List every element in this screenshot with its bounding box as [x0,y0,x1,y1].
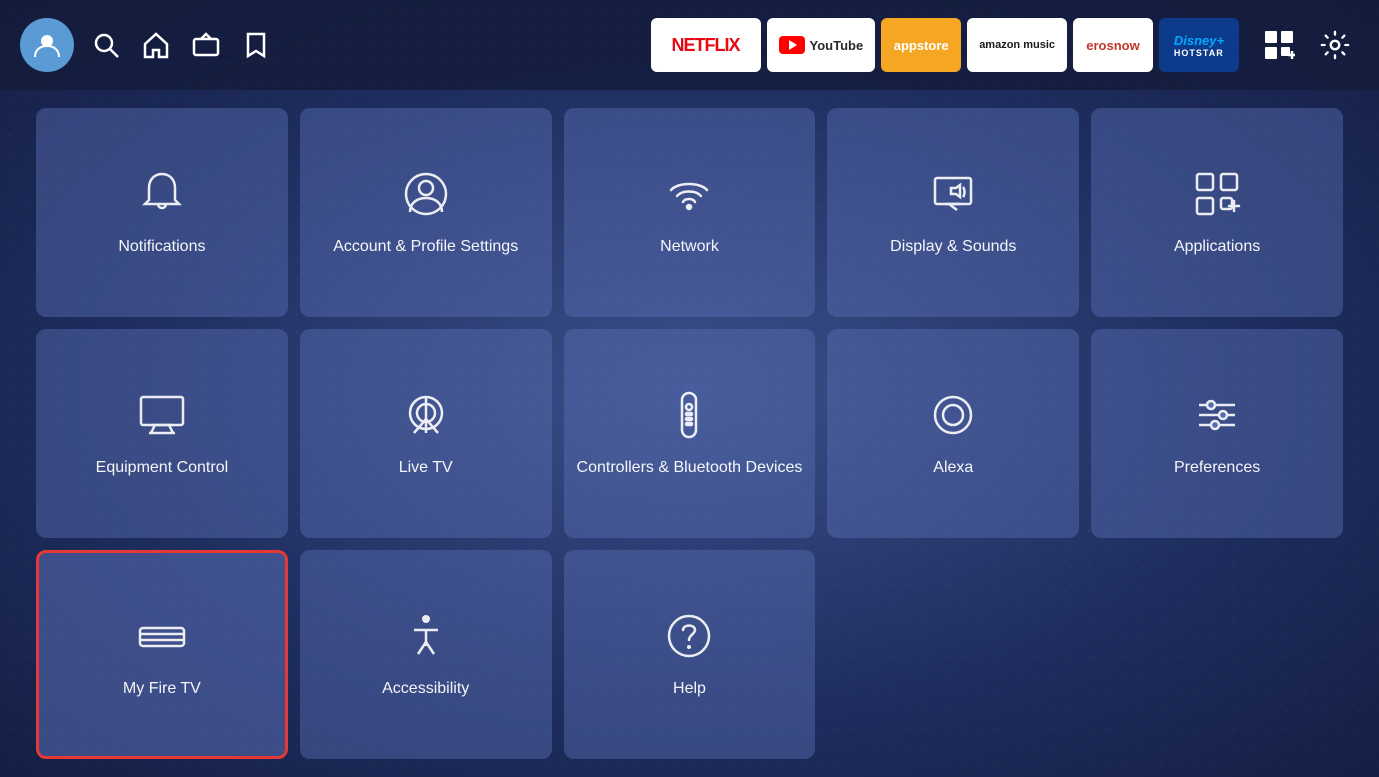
fire-tv-icon [136,610,188,667]
notifications-label: Notifications [118,237,205,258]
display-sound-icon [927,168,979,225]
settings-gear-icon[interactable] [1311,21,1359,69]
user-avatar[interactable] [20,18,74,72]
wifi-icon [663,168,715,225]
alexa-icon [927,389,979,446]
search-nav-icon[interactable] [92,31,120,59]
network-tile[interactable]: Network [564,108,816,317]
display-sounds-label: Display & Sounds [890,237,1016,258]
network-label: Network [660,237,719,258]
display-sounds-tile[interactable]: Display & Sounds [827,108,1079,317]
accessibility-icon [400,610,452,667]
appstore-button[interactable]: appstore [881,18,961,72]
live-tv-tile[interactable]: Live TV [300,329,552,538]
controllers-bluetooth-label: Controllers & Bluetooth Devices [577,458,803,479]
monitor-icon [136,389,188,446]
sliders-icon [1191,389,1243,446]
notifications-tile[interactable]: Notifications [36,108,288,317]
help-tile[interactable]: Help [564,550,816,759]
home-nav-icon[interactable] [142,31,170,59]
netflix-button[interactable]: NETFLIX [651,18,761,72]
preferences-label: Preferences [1174,458,1260,479]
alexa-tile[interactable]: Alexa [827,329,1079,538]
applications-label: Applications [1174,237,1260,258]
youtube-button[interactable]: YouTube [767,18,876,72]
watchlist-nav-icon[interactable] [242,31,270,59]
antenna-icon [400,389,452,446]
account-profile-tile[interactable]: Account & Profile Settings [300,108,552,317]
apps-grid-icon [1191,168,1243,225]
app-shortcuts: NETFLIX YouTube appstore amazon music er… [651,18,1240,72]
applications-tile[interactable]: Applications [1091,108,1343,317]
help-circle-icon [663,610,715,667]
top-navigation-bar: NETFLIX YouTube appstore amazon music er… [0,0,1379,90]
help-label: Help [673,679,706,700]
app-grid-icon[interactable] [1255,21,1303,69]
equipment-control-tile[interactable]: Equipment Control [36,329,288,538]
live-tv-label: Live TV [399,458,453,479]
accessibility-label: Accessibility [382,679,469,700]
my-fire-tv-label: My Fire TV [123,679,201,700]
nav-icons [92,31,270,59]
live-tv-nav-icon[interactable] [192,31,220,59]
bell-icon [136,168,188,225]
amazon-music-button[interactable]: amazon music [967,18,1067,72]
controllers-bluetooth-tile[interactable]: Controllers & Bluetooth Devices [564,329,816,538]
disney-button[interactable]: Disney+ HOTSTAR [1159,18,1239,72]
accessibility-tile[interactable]: Accessibility [300,550,552,759]
account-profile-label: Account & Profile Settings [333,237,518,258]
alexa-label: Alexa [933,458,973,479]
erosnow-button[interactable]: erosnow [1073,18,1153,72]
preferences-tile[interactable]: Preferences [1091,329,1343,538]
my-fire-tv-tile[interactable]: My Fire TV [36,550,288,759]
top-bar-right-icons [1255,21,1359,69]
settings-grid: Notifications Account & Profile Settings… [0,90,1379,777]
remote-icon [663,389,715,446]
equipment-control-label: Equipment Control [96,458,229,479]
person-circle-icon [400,168,452,225]
